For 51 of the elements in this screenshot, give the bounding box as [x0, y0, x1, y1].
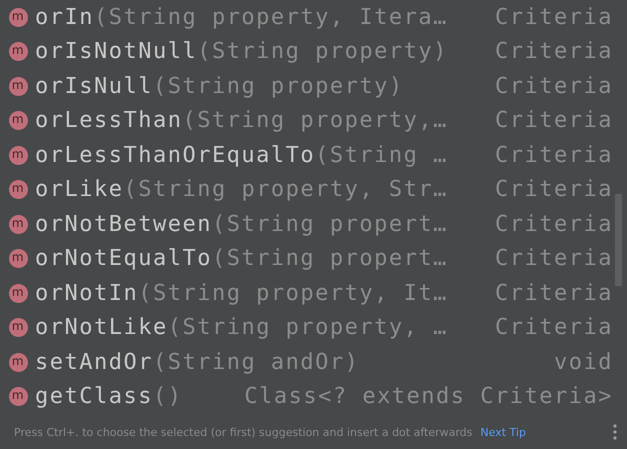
method-icon: m	[9, 284, 28, 303]
method-icon: m	[9, 111, 28, 130]
more-icon[interactable]	[613, 424, 617, 440]
method-icon: m	[9, 214, 28, 234]
return-type: Criteria	[495, 39, 613, 64]
return-type: Criteria	[495, 142, 613, 168]
method-params: (String propert…	[212, 212, 449, 237]
method-params: (String property, Str…	[123, 177, 449, 202]
method-name[interactable]: orNotBetween	[35, 212, 212, 237]
return-type: Criteria	[495, 4, 613, 30]
method-icon: m	[9, 352, 28, 372]
return-type: Criteria	[495, 280, 613, 306]
method-icon: m	[9, 8, 28, 27]
method-params: (String property, …	[168, 315, 449, 340]
return-type: Criteria	[495, 315, 613, 340]
return-type: Criteria	[495, 74, 613, 99]
method-params: (String property, It…	[138, 280, 449, 306]
method-params: (String property)	[152, 74, 405, 99]
method-icon: m	[9, 249, 28, 268]
return-type: Criteria	[495, 246, 613, 272]
return-type: Criteria	[495, 177, 613, 202]
return-type: void	[554, 350, 613, 375]
method-name[interactable]: orIn	[35, 4, 94, 30]
method-name[interactable]: setAndOr	[35, 350, 153, 375]
next-tip-link[interactable]: Next Tip	[480, 426, 526, 438]
method-name[interactable]: orNotIn	[35, 280, 138, 306]
method-icon: m	[9, 146, 28, 165]
method-name[interactable]: orIsNotNull	[35, 39, 198, 64]
method-icon: m	[9, 76, 28, 96]
method-params: (String property,…	[182, 108, 449, 134]
method-icon: m	[9, 180, 28, 200]
method-params: ()	[152, 384, 184, 410]
method-name[interactable]: orNotEqualTo	[35, 246, 212, 272]
hint-text: Press Ctrl+. to choose the selected (or first) suggestion and insert a dot afterwards	[14, 426, 472, 438]
return-type: Class<? extends Criteria>	[244, 384, 613, 410]
method-name[interactable]: orLessThan	[35, 108, 182, 134]
method-icon: m	[9, 387, 28, 406]
return-type: Criteria	[495, 212, 613, 237]
method-name[interactable]: orLessThanOrEqualTo	[35, 142, 316, 168]
method-name[interactable]: orNotLike	[35, 315, 168, 340]
method-name[interactable]: getClass	[35, 384, 153, 410]
method-params: (String …	[315, 142, 449, 168]
method-params: (String propert…	[212, 246, 449, 272]
method-name[interactable]: orIsNull	[35, 74, 153, 99]
method-params: (String property, Itera…	[94, 4, 449, 30]
method-icon: m	[9, 42, 28, 62]
method-name[interactable]: orLike	[35, 177, 124, 202]
method-params: (String property)	[197, 39, 449, 64]
method-params: (String andOr)	[152, 350, 360, 375]
return-type: Criteria	[495, 108, 613, 134]
method-icon: m	[9, 318, 28, 338]
